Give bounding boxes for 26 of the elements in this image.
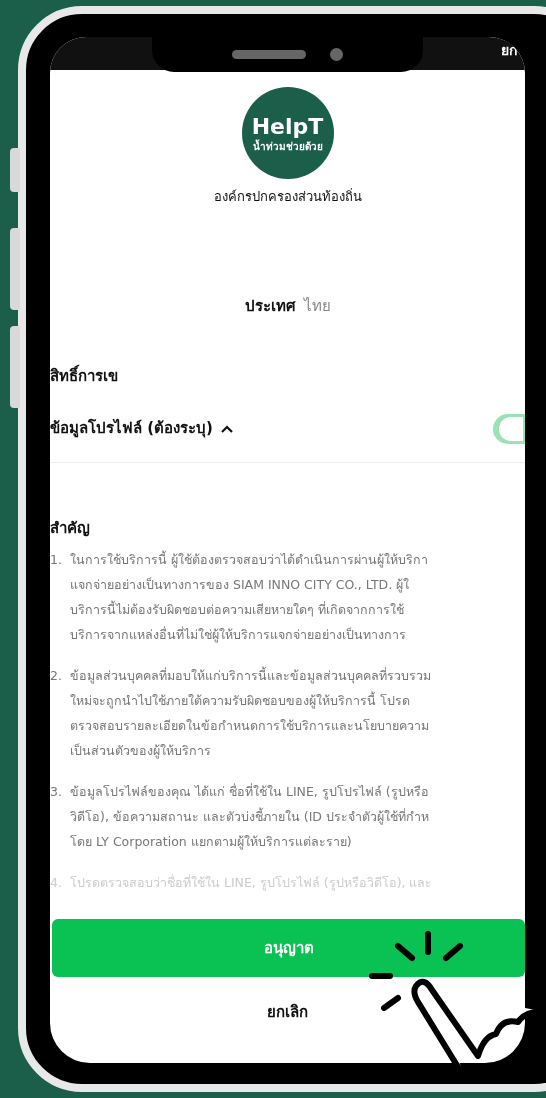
list-number: 3.: [50, 783, 63, 801]
notice-text-line: ข้อมูลโปรไฟล์ของคุณ ได้แก่ ชื่อที่ใช้ใน LINE, รูปโปรไฟล์ (รูปหรือ: [70, 782, 429, 802]
corner-text: ยก: [501, 41, 517, 59]
profile-permission-toggle-row[interactable]: ข้อมูลโปรไฟล์ (ต้องระบุ): [50, 417, 233, 440]
toggle-switch[interactable]: [493, 413, 525, 444]
notice-text-line: วิดีโอ), ข้อความสถานะ และตัวบ่งชี้ภายใน (ID ประจำตัวผู้ใช้ที่กำห: [70, 806, 429, 827]
logo-title: HelpT: [251, 113, 324, 139]
logo-subtitle: น้ำท่วมช่วยด้วย: [252, 140, 323, 153]
country-value: ไทย: [303, 295, 331, 317]
chevron-up-icon: [220, 424, 233, 433]
notice-text-line: เป็นส่วนตัวของผู้ให้บริการ: [70, 742, 212, 761]
notice-text-line: แจกจ่ายอย่างเป็นทางการของ SIAM INNO CITY CO., LTD. ผู้ใ: [70, 576, 411, 595]
notice-text-line: ข้อมูลส่วนบุคคลที่มอบให้แก่บริการนี้และข้อมูลส่วนบุคคลที่รวบรวม: [70, 665, 431, 686]
section-title: สิทธิ์การเข: [50, 365, 118, 388]
notice-text-line: ในการใช้บริการนี้ ผู้ใช้ต้องตรวจสอบว่าได้ดำเนินการผ่านผู้ให้บริกา: [70, 549, 428, 570]
organization-name: องค์กรปกครองส่วนท้องถิ่น: [213, 187, 362, 206]
notice-text-line: บริการนี้ไม่ต้องรับผิดชอบต่อความเสียหายใดๆ ที่เกิดจากการใช้: [70, 599, 405, 619]
notice-text-line: ตรวจสอบรายละเอียดในข้อกำหนดการใช้บริการและนโยบายความ: [70, 717, 430, 735]
list-number: 1.: [50, 551, 63, 569]
list-number: 2.: [50, 667, 63, 685]
notice-text-line: บริการจากแหล่งอื่นที่ไม่ใช่ผู้ให้บริการแจกจ่ายอย่างเป็นทางการ: [70, 625, 407, 645]
notice-text-line: โดย LY Corporation แยกตามผู้ให้บริการแต่ละราย): [70, 833, 353, 852]
cancel-button[interactable]: ยกเลิก: [50, 987, 525, 1037]
notice-text-line: ใหม่จะถูกนำไปใช้ภายใต้ความรับผิดชอบของผู้ให้บริการนี้ โปรด: [70, 690, 411, 711]
country-label: ประเทศ: [244, 295, 296, 317]
notice-title: สำคัญ: [50, 517, 91, 539]
